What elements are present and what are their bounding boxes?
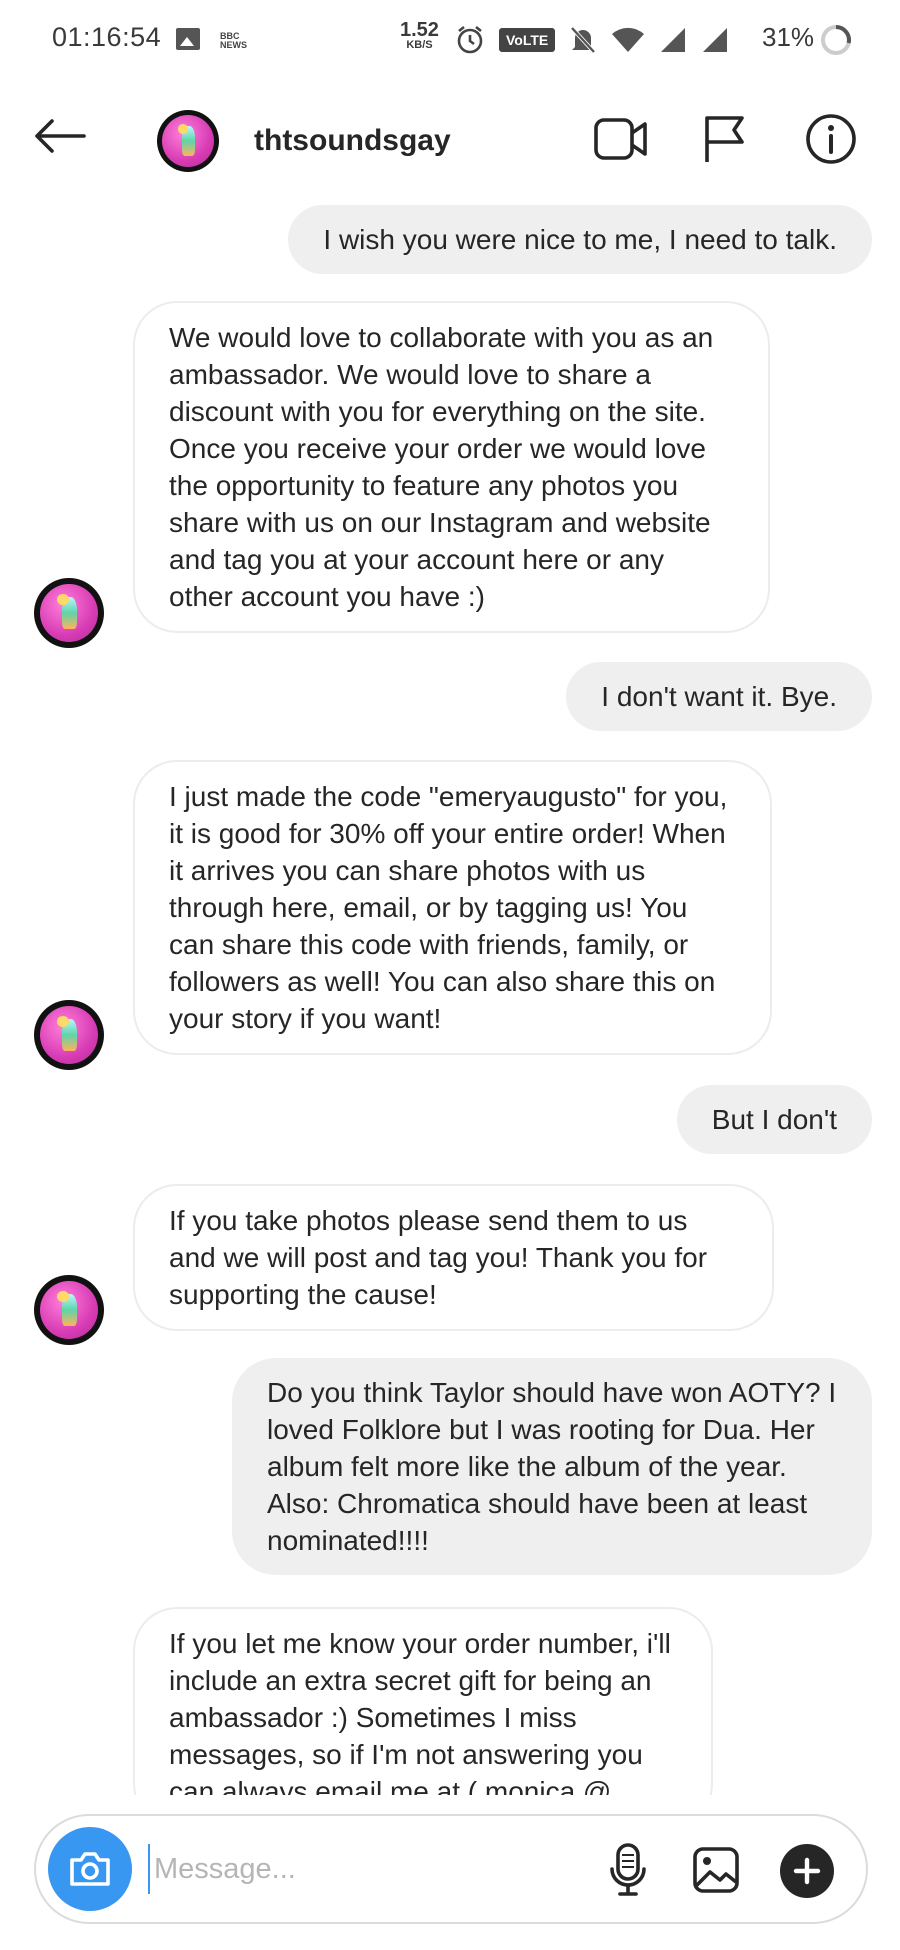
network-speed-unit: KB/S bbox=[406, 39, 433, 51]
camera-icon bbox=[70, 1852, 110, 1886]
status-icons: VoLTE bbox=[455, 20, 729, 60]
sender-avatar[interactable] bbox=[34, 578, 104, 648]
wifi-icon bbox=[612, 27, 645, 52]
gallery-button[interactable] bbox=[692, 1846, 740, 1899]
flag-icon bbox=[705, 116, 744, 162]
alarm-icon bbox=[457, 25, 483, 54]
sender-avatar[interactable] bbox=[34, 1000, 104, 1070]
gallery-notification-icon bbox=[176, 28, 200, 50]
incoming-message[interactable]: If you let me know your order number, i'… bbox=[133, 1607, 713, 1795]
chat-header: thtsoundsgay bbox=[0, 80, 900, 200]
outgoing-message[interactable]: I wish you were nice to me, I need to ta… bbox=[288, 205, 872, 274]
bbc-news-icon: BBC NEWS bbox=[220, 31, 247, 50]
message-composer bbox=[34, 1814, 868, 1924]
microphone-icon bbox=[610, 1843, 646, 1896]
info-icon bbox=[806, 114, 856, 164]
more-options-button[interactable] bbox=[780, 1844, 834, 1898]
image-icon bbox=[693, 1847, 739, 1893]
chat-username[interactable]: thtsoundsgay bbox=[254, 124, 451, 158]
info-button[interactable] bbox=[805, 113, 857, 170]
incoming-message[interactable]: We would love to collaborate with you as… bbox=[133, 301, 770, 633]
status-time: 01:16:54 bbox=[52, 22, 162, 52]
battery-percent: 31% bbox=[762, 22, 815, 52]
signal-icon-2 bbox=[703, 28, 728, 52]
notifications-muted-icon bbox=[570, 26, 596, 54]
volte-badge: VoLTE bbox=[499, 28, 556, 52]
plus-icon bbox=[793, 1857, 821, 1885]
header-avatar[interactable] bbox=[157, 110, 219, 172]
network-speed-value: 1.52 bbox=[400, 19, 439, 41]
signal-icon bbox=[661, 28, 686, 52]
incoming-message[interactable]: I just made the code "emeryaugusto" for … bbox=[133, 760, 772, 1055]
voice-message-button[interactable] bbox=[608, 1842, 648, 1903]
video-call-icon bbox=[594, 118, 647, 160]
back-arrow-icon bbox=[35, 119, 86, 153]
status-bar: 01:16:54 BBC NEWS 1.52 KB/S VoLTE 31% bbox=[0, 0, 900, 80]
message-thread[interactable]: I wish you were nice to me, I need to ta… bbox=[0, 200, 900, 1795]
network-speed: 1.52 KB/S bbox=[400, 20, 439, 51]
outgoing-message[interactable]: I don't want it. Bye. bbox=[566, 662, 872, 731]
battery-icon bbox=[821, 25, 851, 55]
back-button[interactable] bbox=[34, 118, 86, 159]
video-call-button[interactable] bbox=[593, 116, 649, 167]
report-button[interactable] bbox=[702, 114, 746, 169]
message-input[interactable] bbox=[148, 1844, 478, 1894]
outgoing-message[interactable]: Do you think Taylor should have won AOTY… bbox=[232, 1358, 872, 1575]
incoming-message[interactable]: If you take photos please send them to u… bbox=[133, 1184, 774, 1331]
outgoing-message[interactable]: But I don't bbox=[676, 1085, 872, 1154]
camera-button[interactable] bbox=[48, 1827, 132, 1911]
sender-avatar[interactable] bbox=[34, 1275, 104, 1345]
